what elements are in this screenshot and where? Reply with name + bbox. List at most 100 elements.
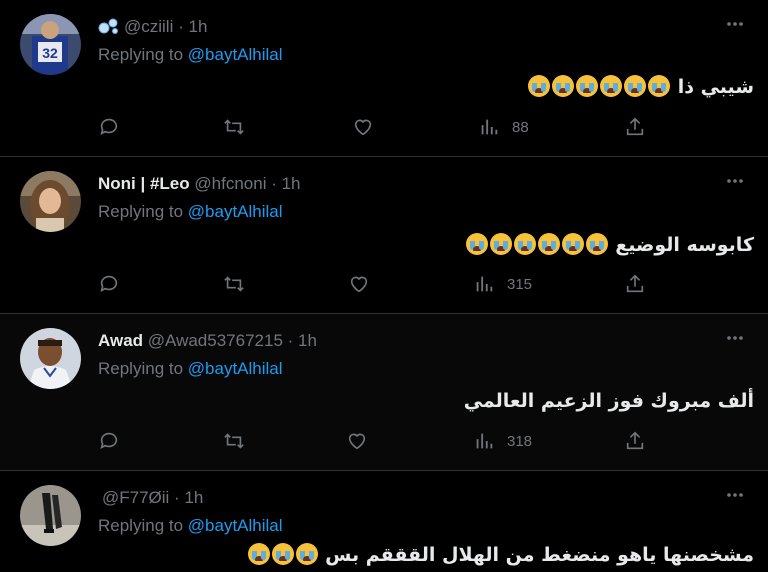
bubbles-icon bbox=[98, 18, 118, 34]
loudly-crying-emoji bbox=[528, 75, 551, 97]
loudly-crying-emoji bbox=[585, 233, 608, 255]
loudly-crying-emoji bbox=[513, 233, 536, 255]
views-icon bbox=[481, 119, 498, 135]
replying-to-label: Replying to bbox=[98, 202, 184, 221]
avatar[interactable] bbox=[20, 171, 81, 232]
user-handle[interactable]: @F77Øii bbox=[102, 488, 169, 507]
loudly-crying-emoji bbox=[489, 233, 512, 255]
tweet-text: كابوسه الوضيع bbox=[465, 233, 754, 256]
tweet-header: @F77Øii · 1h bbox=[98, 487, 203, 509]
tweet-reply[interactable]: Awad @Awad53767215 · 1h Replying to @bay… bbox=[0, 314, 768, 471]
reply-button[interactable] bbox=[98, 271, 120, 297]
timestamp[interactable]: 1h bbox=[188, 17, 207, 36]
svg-text:32: 32 bbox=[42, 45, 58, 61]
tweet-text: مشخصنها ياهو منضغط من الهلال القققم بس bbox=[247, 543, 754, 566]
display-name[interactable]: Noni | #Leo bbox=[98, 174, 190, 193]
reply-icon bbox=[100, 275, 118, 292]
share-button[interactable] bbox=[624, 271, 646, 297]
reply-mention-link[interactable]: @baytAlhilal bbox=[188, 202, 283, 221]
reply-mention-link[interactable]: @baytAlhilal bbox=[188, 45, 283, 64]
like-button[interactable] bbox=[346, 428, 368, 454]
user-handle[interactable]: @hfcnoni bbox=[194, 174, 266, 193]
tweet-text-content: شيبي ذا bbox=[677, 76, 754, 98]
tweet-actions: 318 bbox=[96, 428, 656, 454]
share-icon bbox=[626, 117, 644, 136]
share-button[interactable] bbox=[624, 114, 646, 140]
heart-icon bbox=[350, 276, 368, 293]
separator-dot: · bbox=[282, 331, 299, 350]
timestamp[interactable]: 1h bbox=[282, 174, 301, 193]
reply-icon bbox=[100, 432, 118, 449]
retweet-button[interactable] bbox=[223, 114, 245, 140]
replying-to: Replying to @baytAlhilal bbox=[98, 202, 283, 222]
separator-dot: · bbox=[173, 17, 189, 36]
replying-to-label: Replying to bbox=[98, 359, 184, 378]
loudly-crying-emoji bbox=[537, 233, 560, 255]
views-count: 88 bbox=[512, 118, 529, 136]
views-button[interactable]: 315 bbox=[473, 271, 532, 297]
avatar[interactable] bbox=[20, 485, 81, 546]
tweet-text: ألف مبروك فوز الزعيم العالمي bbox=[464, 390, 754, 412]
reply-button[interactable] bbox=[98, 114, 120, 140]
views-button[interactable]: 88 bbox=[478, 114, 529, 140]
more-icon[interactable] bbox=[722, 328, 748, 348]
views-count: 315 bbox=[507, 275, 533, 293]
retweet-button[interactable] bbox=[223, 428, 245, 454]
avatar[interactable] bbox=[20, 328, 81, 389]
retweet-button[interactable] bbox=[223, 271, 245, 297]
tweet-reply[interactable]: @F77Øii · 1h Replying to @baytAlhilal مش… bbox=[0, 471, 768, 572]
tweet-text-content: مشخصنها ياهو منضغط من الهلال القققم بس bbox=[325, 544, 754, 566]
share-icon bbox=[626, 431, 644, 450]
loudly-crying-emoji bbox=[271, 543, 294, 565]
loudly-crying-emoji bbox=[576, 75, 599, 97]
tweet-text-content: ألف مبروك فوز الزعيم العالمي bbox=[463, 390, 754, 412]
views-icon bbox=[476, 276, 493, 292]
replying-to: Replying to @baytAlhilal bbox=[98, 45, 283, 65]
user-handle[interactable]: @Awad53767215 bbox=[148, 331, 283, 350]
more-icon[interactable] bbox=[722, 485, 748, 505]
tweet-header: Noni | #Leo @hfcnoni · 1h bbox=[98, 173, 301, 195]
loudly-crying-emoji bbox=[600, 75, 623, 97]
replying-to-label: Replying to bbox=[98, 516, 184, 535]
more-icon[interactable] bbox=[722, 171, 748, 191]
tweet-reply[interactable]: Noni | #Leo @hfcnoni · 1h Replying to @b… bbox=[0, 157, 768, 314]
like-button[interactable] bbox=[352, 114, 374, 140]
tweet-actions: 88 bbox=[96, 114, 656, 140]
avatar[interactable]: 32 bbox=[20, 14, 81, 75]
views-button[interactable]: 318 bbox=[473, 428, 532, 454]
reply-mention-link[interactable]: @baytAlhilal bbox=[188, 516, 283, 535]
more-icon[interactable] bbox=[722, 14, 748, 34]
views-count: 318 bbox=[507, 432, 533, 450]
like-button[interactable] bbox=[348, 271, 370, 297]
timestamp[interactable]: 1h bbox=[184, 488, 203, 507]
tweet-text-content: كابوسه الوضيع bbox=[615, 234, 754, 256]
separator-dot: · bbox=[266, 174, 282, 193]
tweet-reply[interactable]: 32 @cziili · 1h Replying to @baytAlhilal… bbox=[0, 0, 768, 157]
separator-dot: · bbox=[169, 488, 185, 507]
tweet-actions: 315 bbox=[96, 271, 656, 297]
replying-to: Replying to @baytAlhilal bbox=[98, 516, 283, 536]
loudly-crying-emoji bbox=[648, 75, 671, 97]
heart-icon bbox=[348, 433, 366, 450]
share-button[interactable] bbox=[624, 428, 646, 454]
loudly-crying-emoji bbox=[465, 233, 488, 255]
retweet-icon bbox=[224, 276, 244, 292]
tweet-header: Awad @Awad53767215 · 1h bbox=[98, 330, 317, 352]
share-icon bbox=[626, 274, 644, 293]
reply-button[interactable] bbox=[98, 428, 120, 454]
heart-icon bbox=[354, 119, 372, 136]
loudly-crying-emoji bbox=[552, 75, 575, 97]
views-icon bbox=[476, 433, 493, 449]
reply-icon bbox=[100, 118, 118, 135]
loudly-crying-emoji bbox=[561, 233, 584, 255]
loudly-crying-emoji bbox=[295, 543, 318, 565]
user-handle[interactable]: @cziili bbox=[124, 17, 173, 36]
loudly-crying-emoji bbox=[624, 75, 647, 97]
replying-to: Replying to @baytAlhilal bbox=[98, 359, 283, 379]
reply-mention-link[interactable]: @baytAlhilal bbox=[188, 359, 283, 378]
loudly-crying-emoji bbox=[247, 543, 270, 565]
display-name[interactable]: Awad bbox=[98, 331, 143, 350]
retweet-icon bbox=[224, 119, 244, 135]
tweet-header: @cziili · 1h bbox=[98, 16, 207, 38]
timestamp[interactable]: 1h bbox=[298, 331, 317, 350]
